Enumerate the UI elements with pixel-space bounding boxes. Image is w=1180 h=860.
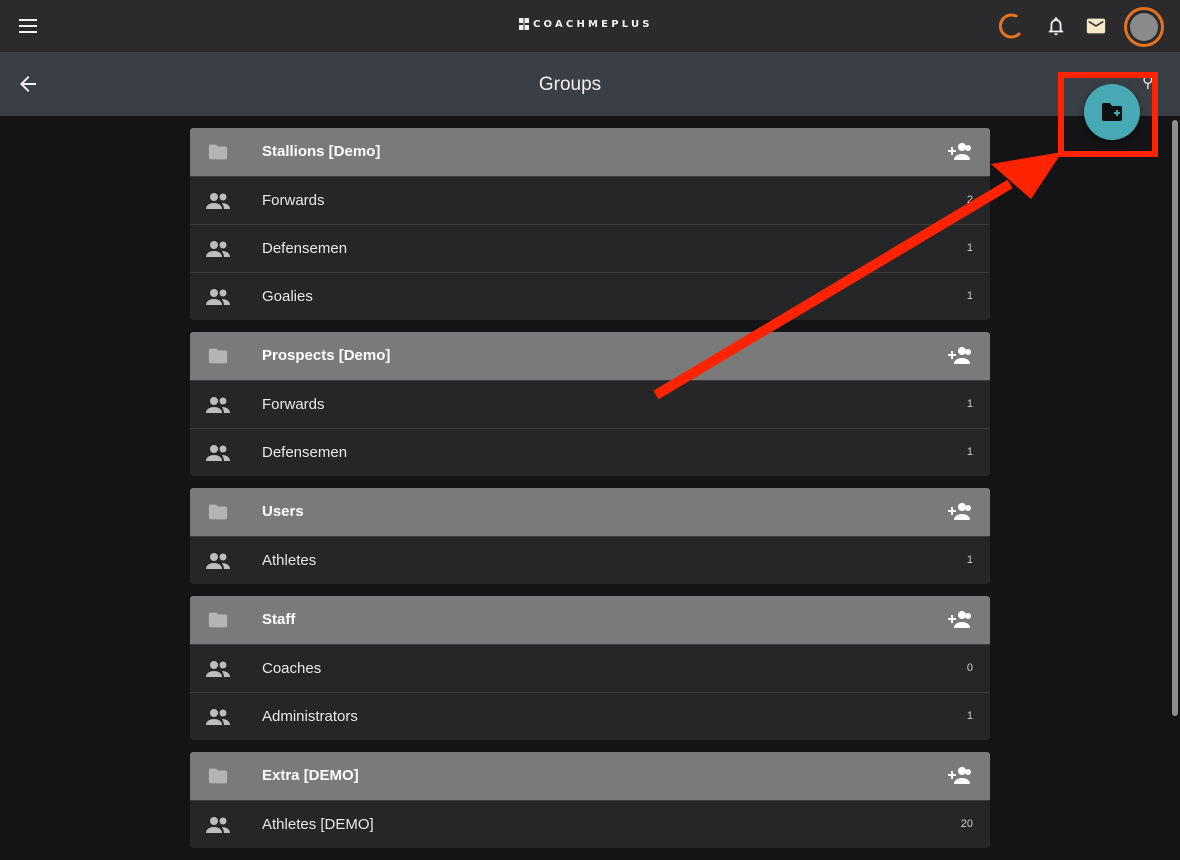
page-header: Groups ⚲ [0, 52, 1180, 116]
mail-icon[interactable] [1085, 15, 1107, 37]
list-item[interactable]: Defensemen 1 [190, 224, 990, 272]
group-row-label: Forwards [262, 396, 325, 413]
member-count: 1 [966, 446, 973, 458]
scrollbar[interactable] [1172, 120, 1178, 716]
group-card: Users Athletes 1 [190, 488, 990, 584]
loading-spinner-icon [998, 13, 1021, 39]
group-row-label: Goalies [262, 288, 313, 305]
person-add-icon[interactable] [947, 140, 973, 164]
people-icon [206, 445, 230, 461]
logo-mark-icon [519, 18, 529, 30]
people-icon [206, 817, 230, 833]
bell-icon[interactable] [1045, 15, 1067, 37]
member-count: 1 [966, 398, 973, 410]
person-add-icon[interactable] [947, 608, 973, 632]
group-name: Prospects [Demo] [262, 347, 391, 364]
group-card: Staff Coaches 0 Administrators 1 [190, 596, 990, 740]
group-row-label: Coaches [262, 660, 322, 677]
list-item[interactable]: Athletes [DEMO] 20 [190, 800, 990, 848]
member-count: 0 [966, 662, 973, 674]
person-add-icon[interactable] [947, 344, 973, 368]
member-count: 2 [966, 194, 973, 206]
group-card: Stallions [Demo] Forwards 2 Defensemen 1… [190, 128, 990, 320]
group-header[interactable]: Users [190, 488, 990, 536]
folder-icon [208, 348, 228, 364]
group-row-label: Athletes [DEMO] [262, 816, 374, 833]
app-logo[interactable]: COACHMEPLUS [519, 18, 653, 30]
people-icon [206, 397, 230, 413]
member-count: 1 [966, 242, 973, 254]
create-folder-button[interactable] [1084, 84, 1140, 140]
group-header[interactable]: Prospects [Demo] [190, 332, 990, 380]
avatar-image [1130, 13, 1158, 41]
list-item[interactable]: Athletes 1 [190, 536, 990, 584]
people-icon [206, 553, 230, 569]
member-count: 1 [966, 710, 973, 722]
user-avatar[interactable] [1124, 7, 1164, 47]
folder-icon [208, 144, 228, 160]
group-name: Staff [262, 611, 296, 628]
group-card: Prospects [Demo] Forwards 1 Defensemen 1 [190, 332, 990, 476]
group-row-label: Athletes [262, 552, 317, 569]
folder-icon [208, 504, 228, 520]
group-header[interactable]: Extra [DEMO] [190, 752, 990, 800]
group-header[interactable]: Staff [190, 596, 990, 644]
group-name: Stallions [Demo] [262, 143, 381, 160]
people-icon [206, 241, 230, 257]
group-row-label: Defensemen [262, 240, 348, 257]
group-list: Stallions [Demo] Forwards 2 Defensemen 1… [190, 128, 990, 860]
group-name: Users [262, 503, 304, 520]
group-row-label: Administrators [262, 708, 358, 725]
member-count: 1 [966, 554, 973, 566]
menu-icon[interactable] [16, 14, 40, 38]
folder-icon [208, 612, 228, 628]
people-icon [206, 661, 230, 677]
list-item[interactable]: Defensemen 1 [190, 428, 990, 476]
group-row-label: Defensemen [262, 444, 348, 461]
group-row-label: Forwards [262, 192, 325, 209]
list-item[interactable]: Administrators 1 [190, 692, 990, 740]
list-item[interactable]: Forwards 2 [190, 176, 990, 224]
people-icon [206, 193, 230, 209]
list-item[interactable]: Forwards 1 [190, 380, 990, 428]
group-name: Extra [DEMO] [262, 767, 359, 784]
people-icon [206, 289, 230, 305]
logo-text: COACHMEPLUS [533, 18, 653, 30]
create-new-folder-icon [1102, 103, 1122, 121]
person-add-icon[interactable] [947, 500, 973, 524]
partial-header-icon[interactable]: ⚲ [1142, 72, 1154, 92]
group-card: Extra [DEMO] Athletes [DEMO] 20 [190, 752, 990, 848]
folder-icon [208, 768, 228, 784]
list-item[interactable]: Coaches 0 [190, 644, 990, 692]
page-title: Groups [538, 74, 602, 95]
member-count: 1 [966, 290, 973, 302]
list-item[interactable]: Goalies 1 [190, 272, 990, 320]
people-icon [206, 709, 230, 725]
person-add-icon[interactable] [947, 764, 973, 788]
top-app-bar: COACHMEPLUS [0, 0, 1180, 52]
group-header[interactable]: Stallions [Demo] [190, 128, 990, 176]
